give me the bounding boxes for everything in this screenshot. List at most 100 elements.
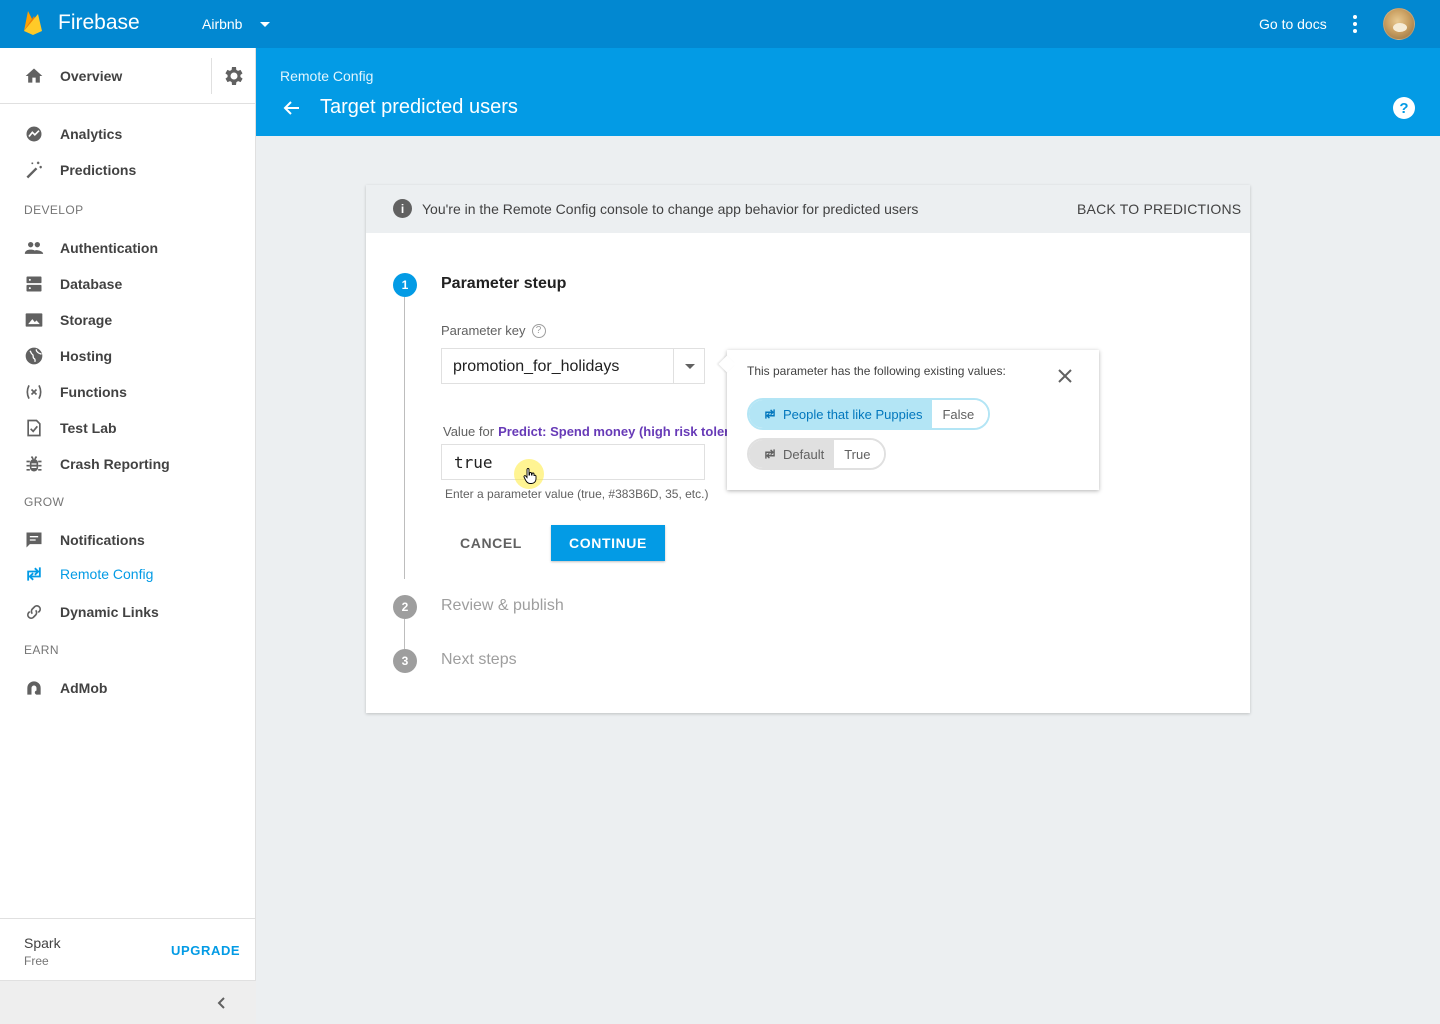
arrow-back-icon[interactable]	[282, 98, 302, 118]
divider	[211, 58, 212, 94]
link-icon	[27, 605, 41, 619]
avatar[interactable]	[1383, 8, 1415, 40]
step-number-badge: 3	[393, 649, 417, 673]
magic-wand-icon	[26, 161, 42, 179]
home-icon	[25, 68, 43, 83]
popover-title: This parameter has the following existin…	[747, 364, 1006, 378]
help-icon[interactable]: ?	[1393, 97, 1415, 119]
chevron-left-icon[interactable]	[212, 993, 232, 1013]
sidebar-item-label: Predictions	[60, 162, 137, 178]
bug-icon	[26, 456, 42, 472]
value-chip[interactable]: Default True	[747, 438, 887, 470]
value-chip[interactable]: People that like Puppies False	[747, 398, 991, 430]
step-number-badge: 2	[393, 595, 417, 619]
step-number-badge: 1	[393, 273, 417, 297]
info-icon: i	[393, 199, 412, 218]
more-vert-icon[interactable]	[1344, 12, 1366, 36]
analytics-icon	[26, 126, 42, 142]
section-header-grow: GROW	[24, 495, 65, 509]
chat-icon	[26, 532, 42, 548]
overview-row: Overview	[0, 48, 256, 104]
database-icon	[26, 276, 42, 292]
help-outline-icon[interactable]: ?	[531, 323, 546, 338]
parameter-key-select[interactable]: promotion_for_holidays	[441, 348, 705, 384]
page-header: Remote Config Target predicted users ?	[256, 48, 1440, 136]
admob-icon	[27, 681, 41, 695]
hand-cursor-icon	[523, 468, 537, 484]
gear-icon[interactable]	[222, 64, 246, 88]
existing-values-popover: This parameter has the following existin…	[727, 350, 1099, 490]
sidebar-item-label: Remote Config	[60, 566, 154, 582]
go-to-docs-link[interactable]: Go to docs	[1259, 16, 1327, 32]
parameter-key-label-text: Parameter key	[441, 323, 526, 338]
sidebar-item-label: AdMob	[60, 680, 108, 696]
sidebar-item-functions[interactable]: Functions	[0, 374, 256, 410]
functions-icon	[26, 384, 42, 400]
sidebar-item-remote-config[interactable]: Remote Config	[0, 556, 256, 592]
chip-condition-label: Default	[783, 446, 825, 462]
value-for-label: Value for Predict: Spend money (high risk…	[443, 424, 728, 439]
chip-value: True	[834, 440, 885, 468]
section-header-earn: EARN	[24, 643, 59, 657]
step-title: Review & publish	[441, 597, 564, 614]
sidebar-item-database[interactable]: Database	[0, 266, 256, 302]
value-for-text: Value for	[443, 424, 495, 439]
globe-icon	[25, 347, 43, 365]
sidebar-item-hosting[interactable]: Hosting	[0, 338, 256, 374]
chip-condition: People that like Puppies	[749, 400, 933, 428]
firebase-logo-icon	[24, 11, 42, 35]
stepper-line	[404, 619, 405, 649]
step-title: Next steps	[441, 651, 517, 668]
sidebar-item-label: Notifications	[60, 532, 145, 548]
info-text: You're in the Remote Config console to c…	[422, 201, 919, 217]
sidebar-item-label: Database	[60, 276, 123, 292]
sidebar-item-label: Storage	[60, 312, 113, 328]
chip-value: False	[932, 400, 989, 428]
plan-name: Spark	[24, 935, 61, 951]
dropdown-arrow-icon[interactable]	[673, 349, 705, 383]
parameter-value-input[interactable]	[441, 444, 705, 480]
value-hint: Enter a parameter value (true, #383B6D, …	[445, 487, 709, 501]
section-header-develop: DEVELOP	[24, 203, 84, 217]
remote-config-icon	[27, 567, 41, 581]
caret-down-icon	[260, 22, 271, 27]
top-app-bar: Firebase Airbnb Go to docs	[0, 0, 1440, 48]
continue-button[interactable]: CONTINUE	[551, 525, 665, 561]
sidebar-item-label: Dynamic Links	[60, 604, 159, 620]
sidebar-item-analytics[interactable]: Analytics	[0, 116, 256, 152]
checklist-icon	[27, 419, 41, 437]
info-banner: i You're in the Remote Config console to…	[366, 185, 1250, 233]
remote-config-icon	[765, 409, 775, 419]
sidebar-item-label: Crash Reporting	[60, 456, 170, 472]
storage-icon	[25, 313, 43, 327]
sidebar-item-label: Overview	[60, 68, 123, 84]
sidebar-item-authentication[interactable]: Authentication	[0, 230, 256, 266]
cancel-button[interactable]: CANCEL	[449, 525, 533, 561]
collapse-row	[0, 980, 256, 1024]
page-title: Target predicted users	[320, 96, 518, 118]
sidebar-item-admob[interactable]: AdMob	[0, 670, 256, 706]
project-selector[interactable]: Airbnb	[202, 16, 271, 32]
close-icon[interactable]	[1056, 367, 1074, 385]
sidebar-item-notifications[interactable]: Notifications	[0, 522, 256, 558]
chip-condition: Default	[749, 440, 835, 468]
breadcrumb[interactable]: Remote Config	[280, 68, 373, 84]
sidebar: Overview Analytics Predictions DEVELOP A…	[0, 48, 256, 1024]
sidebar-item-label: Analytics	[60, 126, 123, 142]
sidebar-item-dynamic-links[interactable]: Dynamic Links	[0, 594, 256, 630]
sidebar-item-overview[interactable]: Overview	[0, 48, 211, 104]
sidebar-item-crash-reporting[interactable]: Crash Reporting	[0, 446, 256, 482]
upgrade-button[interactable]: UPGRADE	[171, 943, 240, 958]
sidebar-item-storage[interactable]: Storage	[0, 302, 256, 338]
project-name: Airbnb	[202, 16, 243, 32]
chip-condition-label: People that like Puppies	[783, 406, 923, 422]
sidebar-item-predictions[interactable]: Predictions	[0, 152, 256, 188]
plan-tier: Free	[24, 954, 49, 968]
sidebar-item-label: Authentication	[60, 240, 158, 256]
step-title: Parameter steup	[441, 275, 567, 292]
back-to-predictions-link[interactable]: BACK TO PREDICTIONS	[1077, 201, 1241, 217]
sidebar-item-label: Hosting	[60, 348, 113, 364]
condition-name: Predict: Spend money (high risk toleran	[498, 424, 728, 439]
sidebar-item-test-lab[interactable]: Test Lab	[0, 410, 256, 446]
people-icon	[24, 242, 44, 254]
